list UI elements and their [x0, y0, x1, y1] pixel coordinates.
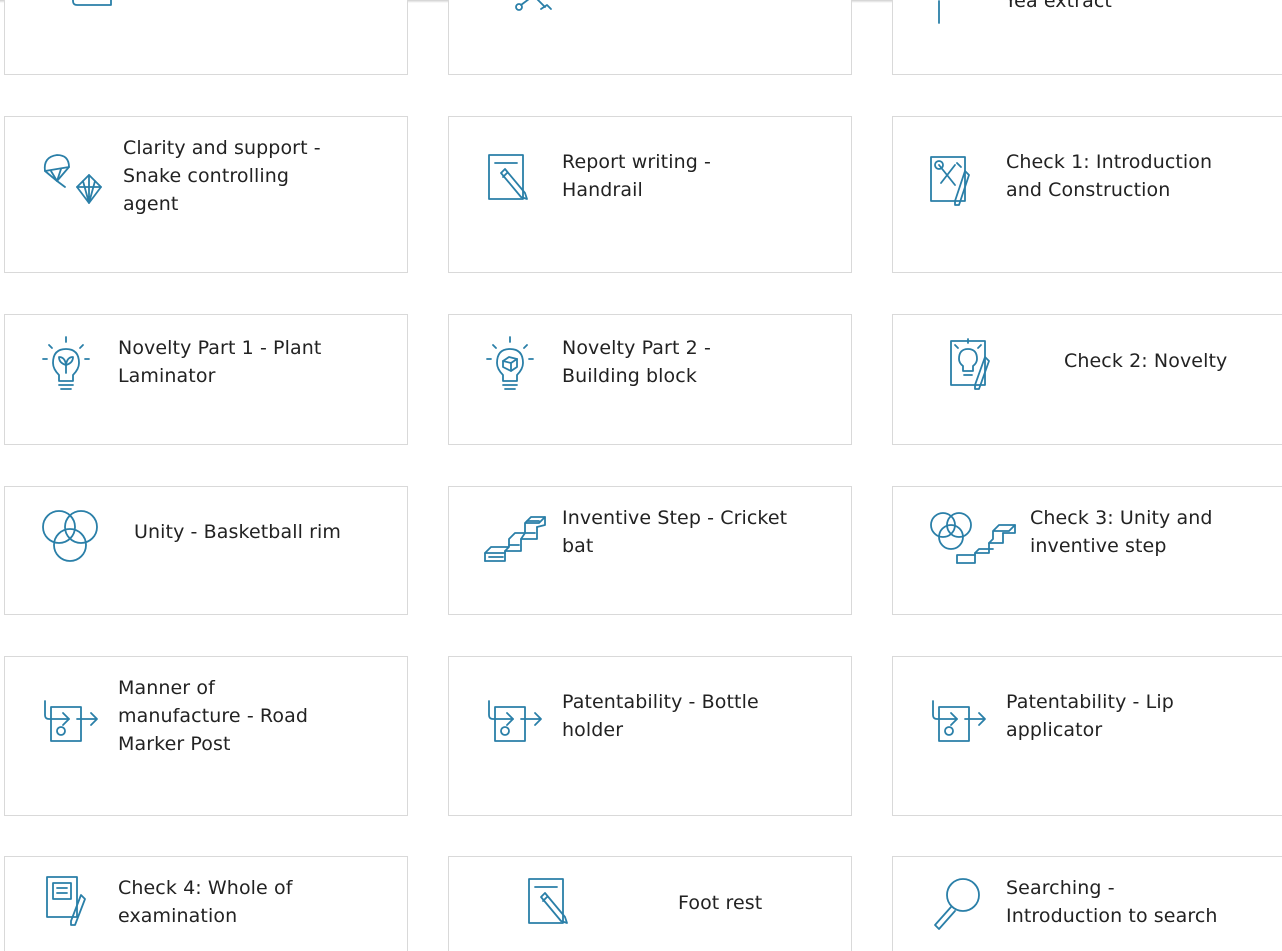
module-card[interactable] — [4, 0, 408, 75]
document-pencil-icon — [43, 875, 95, 935]
module-label: Novelty Part 2 - Building block — [562, 337, 711, 387]
module-label: Check 1: Introduction and Construction — [1006, 151, 1213, 201]
module-card[interactable]: Manner of manufacture - Road Marker Post — [4, 656, 408, 816]
module-card[interactable]: Report writing - Handrail — [448, 116, 852, 273]
lightbulb-pencil-icon — [949, 335, 1001, 395]
module-card[interactable]: Foot rest — [448, 856, 852, 951]
document-pencil-icon — [487, 149, 539, 209]
process-arrow-icon — [927, 697, 989, 747]
module-card[interactable]: Novelty Part 2 - Building block — [448, 314, 852, 445]
module-label: Report writing - Handrail — [562, 151, 711, 201]
module-label: Unity - Basketball rim — [134, 521, 341, 543]
document-stack-icon — [69, 0, 119, 21]
module-label: Patentability - Bottle holder — [562, 691, 759, 741]
tools-pencil-icon — [929, 149, 981, 209]
module-card[interactable]: Check 3: Unity and inventive step — [892, 486, 1282, 615]
module-label: Clarity and support - Snake controlling … — [123, 137, 321, 215]
lightbulb-plant-icon — [39, 333, 93, 395]
module-grid: Yea extract Clarity and support - Snake … — [0, 0, 1282, 951]
staircase-icon — [483, 511, 547, 567]
document-pencil-icon — [527, 877, 579, 937]
tools-icon — [511, 0, 561, 21]
module-label: Inventive Step - Cricket bat — [562, 507, 788, 557]
module-card[interactable]: Inventive Step - Cricket bat — [448, 486, 852, 615]
module-card[interactable]: Searching - Introduction to search — [892, 856, 1282, 951]
venn-staircase-icon — [927, 505, 1019, 571]
magnifying-glass-icon — [929, 875, 987, 933]
parachute-diamond-icon — [39, 151, 109, 207]
module-card[interactable]: Yea extract — [892, 0, 1282, 75]
module-card[interactable]: Check 4: Whole of examination — [4, 856, 408, 951]
module-label: Manner of manufacture - Road Marker Post — [118, 677, 309, 755]
module-label: Patentability - Lip applicator — [1006, 691, 1174, 741]
module-card[interactable]: Check 2: Novelty — [892, 314, 1282, 445]
module-label: Foot rest — [678, 892, 763, 914]
module-card[interactable]: Unity - Basketball rim — [4, 486, 408, 615]
module-card[interactable] — [448, 0, 852, 75]
module-label: Check 2: Novelty — [1064, 350, 1228, 372]
module-label: Check 4: Whole of examination — [118, 877, 293, 927]
venn-circles-icon — [39, 505, 101, 567]
lightbulb-block-icon — [483, 333, 537, 395]
module-card[interactable]: Patentability - Lip applicator — [892, 656, 1282, 816]
module-label: Yea extract — [1005, 0, 1112, 12]
module-card[interactable]: Patentability - Bottle holder — [448, 656, 852, 816]
process-arrow-icon — [39, 697, 101, 747]
pen-icon — [925, 0, 965, 25]
module-card[interactable]: Novelty Part 1 - Plant Laminator — [4, 314, 408, 445]
module-label: Novelty Part 1 - Plant Laminator — [118, 337, 322, 387]
module-card[interactable]: Clarity and support - Snake controlling … — [4, 116, 408, 273]
process-arrow-icon — [483, 697, 545, 747]
module-label: Check 3: Unity and inventive step — [1030, 507, 1213, 557]
module-card[interactable]: Check 1: Introduction and Construction — [892, 116, 1282, 273]
module-label: Searching - Introduction to search — [1006, 877, 1218, 927]
